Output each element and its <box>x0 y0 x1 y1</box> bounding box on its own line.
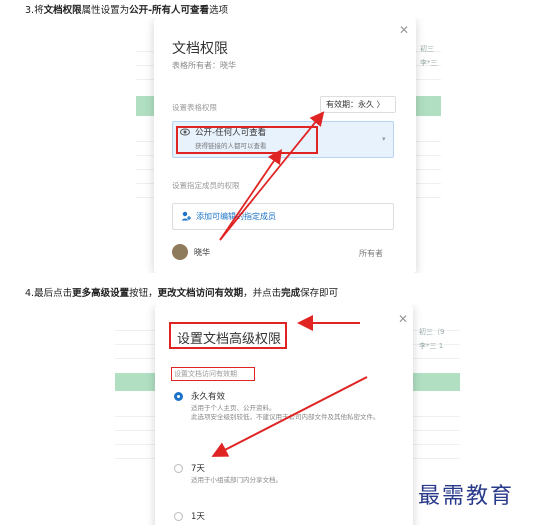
bg-cell: 李*三 <box>420 59 438 67</box>
owner-line: 表格所有者：晓华 <box>172 61 236 70</box>
step3-instruction: 3.将文档权限属性设置为公开-所有人可查看选项 <box>25 5 229 16</box>
watermark: 最需教育 <box>418 484 515 509</box>
option-public-desc: 获得链接的人都可以查看 <box>195 142 267 150</box>
bg-cell: 初三（9 <box>419 328 445 336</box>
owner-role: 所有者 <box>359 249 383 258</box>
owner-name: 晓华 <box>194 248 210 257</box>
chevron-down-icon[interactable]: ▾ <box>382 135 386 143</box>
radio-1day[interactable] <box>174 512 183 521</box>
validity-section-label: 设置文档访问有效期 <box>174 370 237 378</box>
avatar <box>172 244 188 260</box>
eye-icon <box>180 128 190 136</box>
option-permanent-title: 永久有效 <box>191 392 226 402</box>
bg-cell: 李*三 1 <box>419 342 444 350</box>
advanced-permission-dialog: ✕ 设置文档高级权限 设置文档访问有效期 永久有效 适用于个人主页、公开资料。 … <box>155 305 413 525</box>
step4-instruction: 4.最后点击更多高级设置按钮，更改文档访问有效期，并点击完成保存即可 <box>25 288 339 299</box>
bg-cell: 初三 <box>420 45 434 53</box>
option-7days-title: 7天 <box>191 464 205 474</box>
dialog-title: 文档权限 <box>172 41 228 57</box>
validity-button[interactable]: 有效期：永久 〉 <box>320 96 396 113</box>
radio-7days[interactable] <box>174 464 183 473</box>
option-permanent-desc: 适用于个人主页、公开资料。 此选项安全级别较低，不建议用于公司内部文件及其他私密… <box>191 404 380 421</box>
add-user-icon <box>181 211 191 221</box>
perm-section-label: 设置表格权限 <box>172 103 217 112</box>
option-7days-desc: 适用于小组或部门内分享文档。 <box>191 476 282 484</box>
option-public: 公开-任何人可查看 <box>195 128 267 138</box>
add-member-label: 添加可编辑的指定成员 <box>196 212 276 221</box>
close-icon[interactable]: ✕ <box>399 23 409 37</box>
permission-dialog: ✕ 文档权限 表格所有者：晓华 设置表格权限 有效期：永久 〉 公开-任何人可查… <box>154 18 416 273</box>
option-1day-title: 1天 <box>191 512 205 522</box>
radio-permanent[interactable] <box>174 392 183 401</box>
dialog-title: 设置文档高级权限 <box>177 332 282 347</box>
tutorial-page: 3.将文档权限属性设置为公开-所有人可查看选项 初三 李*三 ✕ 文档权限 表格… <box>0 0 549 525</box>
screenshot-advanced-permission: 初三（9 李*三 1 ✕ 设置文档高级权限 设置文档访问有效期 永久有效 适用于… <box>115 305 460 525</box>
screenshot-document-permission: 初三 李*三 ✕ 文档权限 表格所有者：晓华 设置表格权限 有效期：永久 〉 公… <box>136 18 441 273</box>
close-icon[interactable]: ✕ <box>398 312 408 326</box>
member-section-label: 设置指定成员的权限 <box>172 181 240 190</box>
